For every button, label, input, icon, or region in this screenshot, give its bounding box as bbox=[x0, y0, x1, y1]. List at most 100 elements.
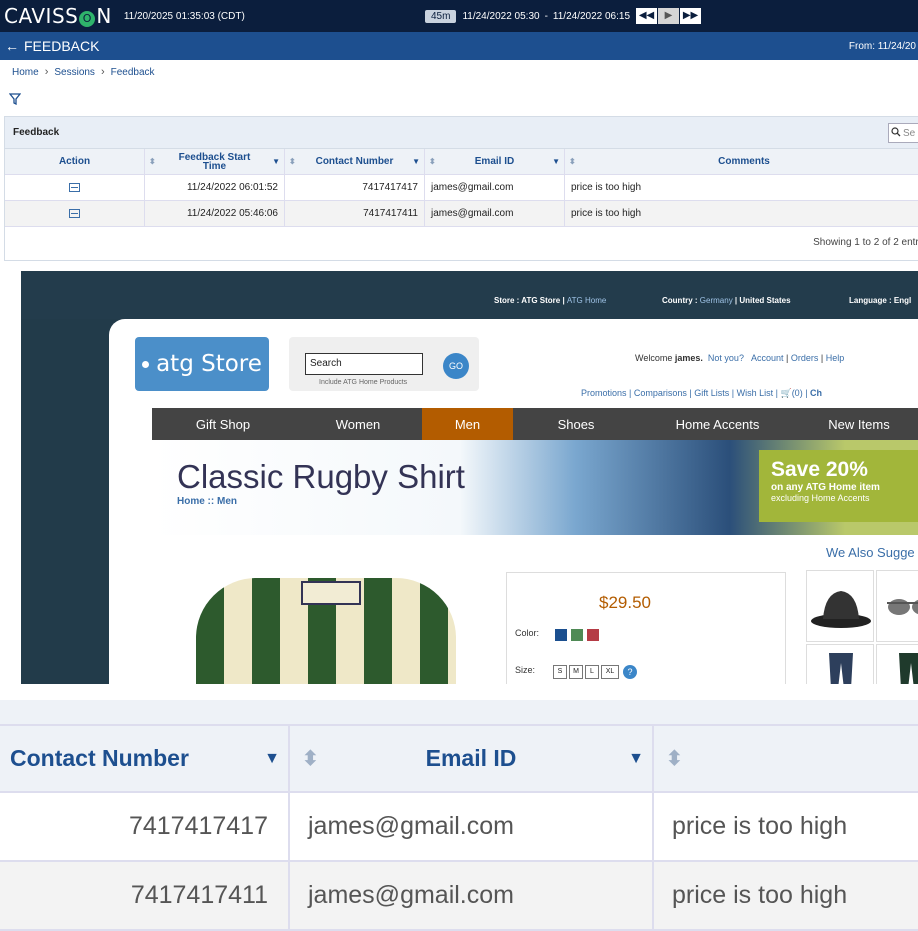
rewind-icon[interactable]: ◀◀ bbox=[636, 8, 658, 24]
suggestion-jeans[interactable] bbox=[806, 644, 874, 684]
suggestions-title: We Also Sugge bbox=[826, 545, 915, 560]
session-replay-view: Store : ATG Store | ATG Home Country : G… bbox=[21, 271, 918, 684]
cell-comment: price is too high bbox=[672, 812, 848, 840]
zoomed-header: Contact Number ▼ ⬍ Email ID ▼ ⬍ bbox=[0, 724, 918, 793]
pants-icon bbox=[899, 653, 918, 684]
breadcrumb-sessions[interactable]: Sessions bbox=[54, 67, 95, 78]
sort-icon[interactable]: ⬍ bbox=[289, 157, 296, 166]
col-email[interactable]: ⬍ Email ID ▼ bbox=[425, 149, 565, 174]
cell-email: james@gmail.com bbox=[290, 862, 654, 929]
cell-contact: 7417417417 bbox=[0, 793, 290, 860]
back-arrow-icon[interactable]: ← bbox=[5, 38, 19, 54]
nav-home-accents[interactable]: Home Accents bbox=[639, 408, 796, 440]
language-select[interactable]: Language : Engl bbox=[849, 296, 911, 305]
dropdown-icon[interactable]: ▼ bbox=[272, 157, 280, 166]
hat-icon bbox=[811, 591, 871, 628]
size-m[interactable]: M bbox=[569, 665, 583, 679]
store-search-input[interactable]: Search bbox=[305, 353, 423, 375]
product-title: Classic Rugby Shirt bbox=[177, 458, 465, 495]
range-end: 11/24/2022 06:15 bbox=[552, 10, 631, 22]
col-action[interactable]: Action bbox=[5, 149, 145, 174]
jeans-icon bbox=[829, 653, 853, 684]
breadcrumb-home[interactable]: Home bbox=[12, 67, 39, 78]
product-price: $29.50 bbox=[599, 593, 651, 612]
product-breadcrumb[interactable]: Home :: Men bbox=[177, 496, 237, 507]
zoom-col-comments[interactable]: ⬍ bbox=[654, 726, 918, 791]
dropdown-icon[interactable]: ▼ bbox=[628, 750, 644, 768]
sort-icon[interactable]: ⬍ bbox=[569, 157, 576, 166]
sort-icon[interactable]: ⬍ bbox=[302, 746, 319, 771]
cell-contact: 7417417411 bbox=[285, 201, 425, 226]
search-go-button[interactable]: GO bbox=[443, 353, 469, 379]
table-row[interactable]: 7417417411 james@gmail.com price is too … bbox=[0, 862, 918, 931]
cell-contact: 7417417411 bbox=[0, 862, 290, 929]
duration-badge[interactable]: 45m bbox=[425, 9, 457, 23]
play-icon[interactable]: ▶ bbox=[658, 8, 680, 24]
size-s[interactable]: S bbox=[553, 665, 567, 679]
cell-contact: 7417417417 bbox=[285, 175, 425, 200]
page-title: FEEDBACK bbox=[24, 38, 100, 54]
size-xl[interactable]: XL bbox=[601, 665, 619, 679]
dropdown-icon[interactable]: ▼ bbox=[412, 157, 420, 166]
color-swatch[interactable] bbox=[571, 629, 583, 641]
current-datetime: 11/20/2025 01:35:03 (CDT) bbox=[123, 10, 245, 22]
session-replay-icon[interactable] bbox=[69, 183, 80, 192]
suggestion-sunglasses[interactable] bbox=[876, 570, 918, 642]
sort-icon[interactable]: ⬍ bbox=[666, 746, 683, 771]
table-row[interactable]: 7417417417 james@gmail.com price is too … bbox=[0, 793, 918, 862]
dropdown-icon[interactable]: ▼ bbox=[264, 750, 280, 768]
cell-comment: price is too high bbox=[571, 182, 642, 193]
top-bar: CAVISS O N 11/20/2025 01:35:03 (CDT) 45m 1… bbox=[0, 0, 918, 32]
cell-email: james@gmail.com bbox=[290, 793, 654, 860]
feedback-table: Action ⬍ Feedback Start Time ▼ ⬍ Contact Nu… bbox=[5, 149, 918, 227]
nav-new-items[interactable]: New Items bbox=[796, 408, 918, 440]
nav-gift-shop[interactable]: Gift Shop bbox=[152, 408, 294, 440]
table-row[interactable]: 11/24/2022 05:46:06 7417417411 james@gma… bbox=[5, 201, 918, 227]
cart-icon[interactable]: 🛒 bbox=[780, 388, 791, 398]
promo-badge[interactable]: Save 20% on any ATG Home item excluding … bbox=[759, 450, 918, 522]
nav-women[interactable]: Women bbox=[294, 408, 422, 440]
col-contact[interactable]: ⬍ Contact Number ▼ bbox=[285, 149, 425, 174]
filter-icon[interactable] bbox=[8, 93, 22, 108]
session-replay-icon[interactable] bbox=[69, 209, 80, 218]
cell-email: james@gmail.com bbox=[425, 175, 565, 200]
color-swatch[interactable] bbox=[587, 629, 599, 641]
col-start-time[interactable]: ⬍ Feedback Start Time ▼ bbox=[145, 149, 285, 174]
suggestions-grid bbox=[806, 570, 918, 684]
suggestion-hat[interactable] bbox=[806, 570, 874, 642]
nav-shoes[interactable]: Shoes bbox=[513, 408, 639, 440]
cavisson-logo: CAVISS O N bbox=[4, 4, 112, 28]
showing-entries: Showing 1 to 2 of 2 entri bbox=[813, 237, 918, 248]
include-products[interactable]: Include ATG Home Products bbox=[319, 379, 407, 386]
zoomed-table: Contact Number ▼ ⬍ Email ID ▼ ⬍ 7417417417 … bbox=[0, 700, 918, 931]
table-search-input[interactable]: Se bbox=[888, 123, 918, 143]
fast-forward-icon[interactable]: ▶▶ bbox=[680, 8, 702, 24]
cell-time: 11/24/2022 06:01:52 bbox=[145, 175, 285, 200]
help-icon[interactable]: ? bbox=[623, 665, 637, 679]
cell-comment: price is too high bbox=[672, 881, 848, 909]
col-comments[interactable]: ⬍ Comments bbox=[565, 149, 918, 174]
chevron-right-icon: › bbox=[100, 66, 105, 78]
suggestion-pants[interactable] bbox=[876, 644, 918, 684]
panel-title: Feedback bbox=[5, 117, 918, 149]
nav-men[interactable]: Men bbox=[422, 408, 513, 440]
store-link[interactable]: ATG Home bbox=[567, 296, 606, 305]
store-links: Promotions | Comparisons | Gift Lists | … bbox=[581, 388, 823, 398]
store-nav: Gift Shop Women Men Shoes Home Accents N… bbox=[152, 408, 918, 440]
sort-icon[interactable]: ⬍ bbox=[149, 157, 156, 166]
sort-icon[interactable]: ⬍ bbox=[429, 157, 436, 166]
table-header: Action ⬍ Feedback Start Time ▼ ⬍ Contact Nu… bbox=[5, 149, 918, 175]
search-icon bbox=[891, 126, 901, 140]
welcome-bar: Welcome james. Not you? Account | Orders… bbox=[635, 353, 845, 363]
table-row[interactable]: 11/24/2022 06:01:52 7417417417 james@gma… bbox=[5, 175, 918, 201]
zoom-col-email[interactable]: ⬍ Email ID ▼ bbox=[290, 726, 654, 791]
from-label: From: 11/24/20 bbox=[848, 40, 916, 52]
atg-store-logo[interactable]: atg Store bbox=[135, 337, 269, 391]
color-swatch[interactable] bbox=[555, 629, 567, 641]
size-l[interactable]: L bbox=[585, 665, 599, 679]
dropdown-icon[interactable]: ▼ bbox=[552, 157, 560, 166]
shirt-collar bbox=[301, 581, 361, 605]
cell-time: 11/24/2022 05:46:06 bbox=[145, 201, 285, 226]
breadcrumb-feedback[interactable]: Feedback bbox=[111, 67, 155, 78]
zoom-col-contact[interactable]: Contact Number ▼ bbox=[0, 726, 290, 791]
